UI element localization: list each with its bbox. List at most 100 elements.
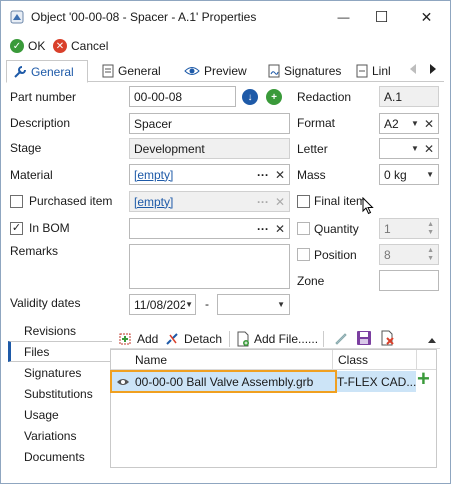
check-circle-icon: ✓ <box>10 39 24 53</box>
format-label: Format <box>297 116 336 130</box>
signature-icon <box>268 64 280 78</box>
description-field[interactable]: Spacer <box>129 113 290 134</box>
link-icon <box>356 64 368 78</box>
toolbar-overflow-icon[interactable] <box>428 338 436 343</box>
material-value[interactable]: [empty] <box>134 168 173 182</box>
detach-button[interactable]: Detach <box>164 329 222 349</box>
mass-field[interactable]: 0 kg ▼ <box>379 164 439 185</box>
validity-to-field[interactable]: ▼ <box>217 294 290 315</box>
quantity-field: 1 ▲ ▼ <box>379 218 439 239</box>
arrow-down-circle-icon[interactable]: ↓ <box>242 89 258 105</box>
in-bom-label: In BOM <box>29 221 70 235</box>
cancel-button[interactable]: ✕ Cancel <box>53 36 108 56</box>
in-bom-checkbox[interactable]: ✓ <box>10 222 23 235</box>
position-checkbox[interactable] <box>297 248 310 261</box>
ok-button[interactable]: ✓ OK <box>10 36 45 56</box>
clear-icon: ✕ <box>274 194 285 209</box>
sidebar-item-usage[interactable]: Usage <box>24 408 59 422</box>
clear-icon[interactable]: ✕ <box>275 168 285 182</box>
chevron-down-icon[interactable]: ▼ <box>185 300 193 309</box>
chevron-down-icon[interactable]: ▼ <box>411 144 419 153</box>
purchased-value: [empty] <box>134 194 174 209</box>
sidebar-item-signatures[interactable]: Signatures <box>24 366 81 380</box>
maximize-button[interactable]: ☐ <box>359 2 404 32</box>
detach-link-icon <box>166 333 178 345</box>
redaction-label: Redaction <box>297 90 352 104</box>
chevron-down-icon[interactable]: ▼ <box>426 170 434 179</box>
close-icon: ✕ <box>420 8 433 25</box>
add-row-icon[interactable]: + <box>417 367 430 391</box>
remarks-field[interactable] <box>129 244 290 289</box>
tab-general[interactable]: General <box>96 60 174 82</box>
document-icon <box>102 64 114 78</box>
save-icon[interactable] <box>356 330 372 346</box>
final-item-checkbox[interactable] <box>297 195 310 208</box>
sidebar-item-variations[interactable]: Variations <box>24 429 76 443</box>
add-button[interactable]: Add <box>117 329 158 349</box>
toolbar-divider <box>229 331 230 347</box>
validity-from-field[interactable]: 11/08/202 ▼ <box>129 294 196 315</box>
ellipsis-icon[interactable]: ··· <box>257 222 269 236</box>
tab-label: Preview <box>204 64 247 78</box>
cancel-circle-icon: ✕ <box>53 39 67 53</box>
chevron-down-icon[interactable]: ▼ <box>277 300 285 309</box>
spinner-icon: ▲ ▼ <box>427 220 434 236</box>
column-header-name[interactable]: Name <box>135 353 167 367</box>
window-title: Object '00-00-08 - Spacer - A.1' Propert… <box>31 10 257 24</box>
sidebar-item-files[interactable]: Files <box>24 345 49 359</box>
ellipsis-icon: ··· <box>256 194 269 209</box>
zone-field[interactable] <box>379 270 439 291</box>
minimize-icon: — <box>337 10 350 24</box>
chevron-down-icon[interactable]: ▼ <box>411 119 419 128</box>
mass-label: Mass <box>297 168 326 182</box>
zone-label: Zone <box>297 274 325 288</box>
format-field[interactable]: A2 ▼ ✕ <box>379 113 439 134</box>
letter-label: Letter <box>297 142 328 156</box>
purchased-item-checkbox[interactable] <box>10 195 23 208</box>
spinner-icon: ▲ ▼ <box>427 246 434 262</box>
delete-file-icon[interactable] <box>380 330 396 346</box>
close-button[interactable]: ✕ <box>404 2 449 32</box>
quantity-checkbox[interactable] <box>297 222 310 235</box>
tab-label: Signatures <box>284 64 342 78</box>
sidebar-item-documents[interactable]: Documents <box>24 450 85 464</box>
clear-icon[interactable]: ✕ <box>424 142 434 156</box>
material-field[interactable]: [empty] ··· ✕ <box>129 164 290 185</box>
add-file-button[interactable]: Add File...... <box>236 329 318 349</box>
add-file-icon <box>237 331 249 347</box>
tab-label: General <box>31 64 74 79</box>
in-bom-field[interactable]: ··· ✕ <box>129 218 290 239</box>
validity-separator: - <box>205 297 209 311</box>
column-header-class[interactable]: Class <box>338 353 368 367</box>
quantity-label: Quantity <box>314 222 359 236</box>
tab-preview[interactable]: Preview <box>178 60 260 82</box>
clear-icon[interactable]: ✕ <box>275 222 285 236</box>
title-bar: Object '00-00-08 - Spacer - A.1' Propert… <box>1 1 450 32</box>
part-number-field[interactable]: 00-00-08 <box>129 86 236 107</box>
sidebar-item-substitutions[interactable]: Substitutions <box>24 387 93 401</box>
purchased-item-label: Purchased item <box>29 194 113 208</box>
eye-file-icon <box>117 379 129 385</box>
clear-icon[interactable]: ✕ <box>424 117 434 131</box>
wrench-icon <box>14 65 26 78</box>
position-label: Position <box>314 248 357 262</box>
redaction-field: A.1 <box>379 86 439 107</box>
tab-general-main[interactable]: General <box>6 60 88 83</box>
part-number-label: Part number <box>10 90 77 104</box>
tab-label: General <box>118 64 161 78</box>
file-class-cell: T-FLEX CAD... <box>337 375 417 389</box>
ellipsis-icon[interactable]: ··· <box>257 168 269 182</box>
tab-scroll-right-icon[interactable] <box>430 64 436 74</box>
letter-field[interactable]: ▼ ✕ <box>379 138 439 159</box>
material-label: Material <box>10 168 53 182</box>
mouse-cursor-icon <box>362 197 374 215</box>
sidebar-item-revisions[interactable]: Revisions <box>24 324 76 338</box>
stage-label: Stage <box>10 141 42 155</box>
tab-scroll-left-icon[interactable] <box>410 64 416 74</box>
ok-label: OK <box>28 39 46 53</box>
add-circle-icon[interactable]: + <box>266 89 282 105</box>
tab-links[interactable]: Linl <box>350 60 406 82</box>
tab-signatures[interactable]: Signatures <box>262 60 348 82</box>
toolbar-divider <box>323 331 324 347</box>
edit-pencil-icon[interactable] <box>333 330 349 346</box>
